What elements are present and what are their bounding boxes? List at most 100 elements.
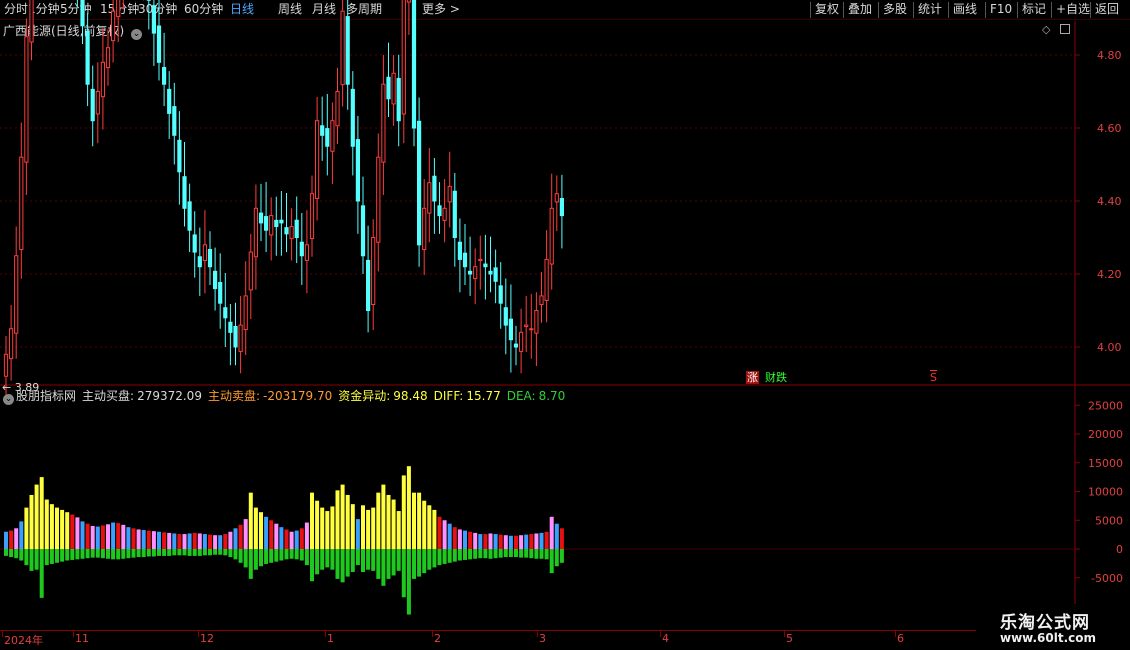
sell-bar [340, 549, 345, 583]
buy-bar [304, 522, 309, 549]
candle-body [172, 106, 177, 136]
buy-bar [559, 528, 564, 549]
buy-bar [442, 520, 447, 549]
candle-body [488, 270, 493, 275]
date-tick [325, 631, 326, 637]
date-label: 1 [327, 632, 334, 645]
candle-body [29, 0, 34, 43]
sell-bar [442, 549, 447, 564]
sell-bar [197, 549, 202, 556]
buy-bar [269, 520, 274, 549]
sell-bar [529, 549, 534, 559]
date-tick [537, 631, 538, 637]
date-label: 4 [662, 632, 669, 645]
buy-bar [151, 531, 156, 549]
buy-bar [406, 466, 411, 549]
candle-body [417, 120, 422, 246]
candle-body [258, 212, 264, 224]
sell-bar [116, 549, 121, 560]
candle-body [309, 193, 315, 240]
candle-body [554, 193, 559, 203]
candle-body [156, 25, 162, 63]
buy-bar [355, 519, 360, 549]
price-tick-label: 4.40 [1097, 195, 1122, 208]
sell-bar [248, 549, 253, 579]
candle-body [162, 67, 167, 85]
sell-bar [493, 549, 498, 559]
sell-bar [269, 549, 274, 563]
buy-bar [447, 523, 452, 549]
sell-bar [366, 549, 371, 570]
candle-body [391, 72, 396, 105]
sell-bar [29, 549, 34, 571]
sell-bar [106, 549, 110, 559]
sell-bar [488, 549, 493, 559]
buy-bar [422, 500, 427, 549]
sell-bar [534, 549, 539, 559]
buy-bar [187, 533, 192, 549]
candle-body [462, 252, 468, 268]
candle-body [233, 326, 238, 348]
sell-bar [396, 549, 401, 571]
sell-bar [60, 549, 65, 562]
sell-bar [167, 549, 172, 556]
candle-body [437, 205, 442, 217]
ind-tick-label: 5000 [1095, 514, 1123, 527]
sell-bar [65, 549, 70, 561]
buy-bar [243, 519, 248, 549]
buy-bar [90, 526, 95, 549]
buy-bar [330, 506, 335, 549]
buy-bar [457, 529, 462, 549]
buy-bar [24, 507, 29, 549]
sell-bar [406, 549, 411, 615]
buy-bar [146, 530, 151, 549]
candle-body [223, 307, 228, 319]
candle-body [279, 219, 284, 224]
sell-bar [335, 549, 340, 579]
buy-bar [182, 534, 187, 549]
sell-bar [345, 549, 350, 577]
sell-bar [259, 549, 263, 567]
buy-bar [463, 530, 467, 549]
sell-bar [172, 549, 177, 556]
sell-bar [228, 549, 233, 558]
date-label: 2024年 [4, 634, 43, 647]
buy-bar [483, 534, 488, 549]
buy-bar [126, 527, 131, 549]
candle-body [432, 175, 437, 202]
candle-body [85, 30, 90, 85]
buy-bar [9, 530, 14, 549]
candle-body [427, 182, 432, 214]
candle-body [264, 216, 269, 231]
buy-bar [391, 499, 396, 549]
buy-bar [55, 507, 59, 549]
buy-bar [111, 522, 116, 549]
sell-bar [187, 549, 192, 556]
sell-bar [264, 549, 269, 564]
sell-bar [508, 549, 513, 558]
buy-bar [218, 535, 223, 549]
sell-bar [294, 549, 299, 560]
candle-body [473, 266, 478, 280]
buy-bar [39, 477, 44, 549]
sell-bar [315, 549, 320, 575]
date-tick [198, 631, 199, 637]
sell-bar [177, 549, 182, 556]
candle-body [330, 120, 335, 152]
buy-bar [19, 521, 24, 549]
sell-bar [325, 549, 330, 568]
sell-bar [452, 549, 457, 562]
candle-body [116, 0, 121, 18]
candle-body [350, 88, 355, 147]
candle-body [320, 125, 325, 136]
chart-canvas[interactable]: 5.605.405.205.004.804.604.404.204.002500… [0, 0, 1130, 650]
date-tick [73, 631, 74, 637]
sell-bar [253, 549, 258, 570]
date-label: 6 [897, 632, 904, 645]
sell-bar [202, 549, 207, 556]
buy-bar [503, 535, 508, 549]
sell-bar [75, 549, 80, 560]
candle-body [422, 207, 427, 250]
candle-body [299, 241, 304, 257]
buy-bar [539, 532, 544, 549]
